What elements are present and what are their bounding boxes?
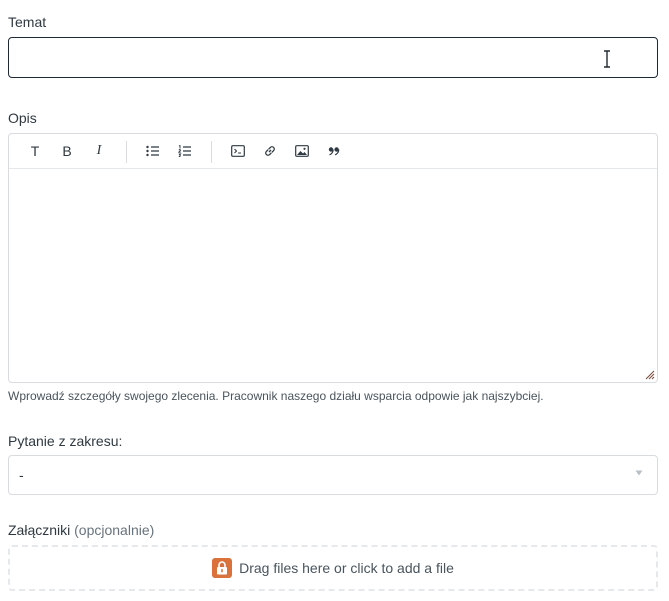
text-style-button[interactable]: T [25,142,45,160]
resize-handle-icon[interactable] [643,368,655,380]
select-value: - [19,467,24,483]
description-label: Opis [8,110,37,126]
code-block-button[interactable] [228,142,248,160]
subject-input[interactable] [8,37,658,78]
description-hint: Wprowadź szczegóły swojego zlecenia. Pra… [8,389,544,403]
optional-note: (opcjonalnie) [74,522,155,538]
link-button[interactable] [260,142,280,160]
bold-button[interactable]: B [57,142,77,160]
file-dropzone[interactable]: Drag files here or click to add a file [8,545,658,591]
question-scope-label: Pytanie z zakresu: [8,433,123,449]
link-icon [265,146,275,156]
description-textarea[interactable] [9,169,657,382]
editor-toolbar: T B I [9,134,657,169]
quote-icon [328,147,340,156]
chevron-down-icon [635,470,643,476]
toolbar-divider [211,141,212,163]
numbered-list-icon [178,145,191,157]
bullet-list-icon [146,145,159,157]
question-scope-select[interactable]: - [8,455,658,495]
text-cursor-icon [604,50,610,68]
numbered-list-button[interactable] [175,142,195,160]
image-button[interactable] [292,142,312,160]
dropzone-text: Drag files here or click to add a file [239,560,454,576]
attachments-label: Załączniki (opcjonalnie) [8,522,154,538]
lock-icon [212,558,233,578]
italic-button[interactable]: I [89,142,109,160]
description-editor: T B I [8,133,658,383]
code-block-icon [231,145,245,157]
toolbar-divider [126,141,127,163]
subject-label: Temat [8,14,47,30]
attachments-label-text: Załączniki [8,522,71,538]
image-icon [295,145,309,157]
bullet-list-button[interactable] [143,142,163,160]
quote-button[interactable] [324,142,344,160]
